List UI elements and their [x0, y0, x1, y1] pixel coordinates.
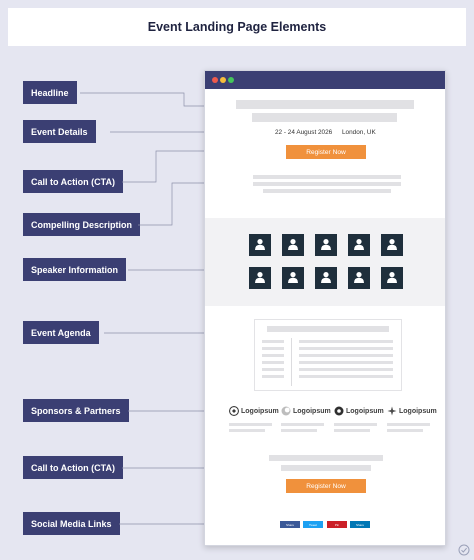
sponsor-caption-line: [334, 429, 370, 432]
sponsor-logo-3: Logoipsum: [334, 406, 384, 416]
speaker-section: [205, 218, 445, 306]
headline-placeholder-1: [236, 100, 414, 109]
minimize-dot-icon: [220, 77, 226, 83]
description-line-3: [263, 189, 391, 193]
sponsor-name: Logoipsum: [346, 407, 384, 415]
browser-titlebar: [205, 71, 445, 89]
brand-mark-icon: [458, 544, 470, 556]
agenda-time-line: [262, 361, 284, 364]
register-button-bottom[interactable]: Register Now: [286, 479, 366, 493]
speaker-tile: [249, 234, 271, 256]
cta2-subheading-placeholder: [281, 465, 371, 471]
agenda-heading-placeholder: [267, 326, 389, 332]
agenda-time-line: [262, 347, 284, 350]
agenda-item-line: [299, 340, 393, 343]
sponsor-logo-4: Logoipsum: [387, 406, 437, 416]
landing-page-mockup: 22 - 24 August 2026 London, UK Register …: [204, 70, 446, 546]
speaker-tile: [282, 267, 304, 289]
person-icon: [255, 272, 265, 283]
register-button-top[interactable]: Register Now: [286, 145, 366, 159]
close-dot-icon: [212, 77, 218, 83]
speaker-tile: [315, 267, 337, 289]
agenda-table: [254, 319, 402, 391]
speaker-tile: [381, 267, 403, 289]
agenda-item-line: [299, 368, 393, 371]
description-line-2: [253, 182, 401, 186]
sponsor-caption-line: [229, 423, 272, 426]
sponsor-caption-line: [387, 423, 430, 426]
agenda-divider: [291, 338, 292, 386]
headline-placeholder-2: [252, 113, 397, 122]
sponsor-name: Logoipsum: [241, 407, 279, 415]
event-location: London, UK: [342, 129, 376, 136]
speaker-tile: [315, 234, 337, 256]
logo-icon: [229, 406, 239, 416]
person-icon: [354, 272, 364, 283]
person-icon: [321, 272, 331, 283]
sponsor-caption-line: [229, 429, 265, 432]
sponsor-caption-line: [281, 423, 324, 426]
sponsor-caption-line: [387, 429, 423, 432]
agenda-time-line: [262, 368, 284, 371]
speaker-tile: [249, 267, 271, 289]
logo-icon: [387, 406, 397, 416]
sponsor-name: Logoipsum: [293, 407, 331, 415]
sponsor-logo-1: Logoipsum: [229, 406, 279, 416]
agenda-time-line: [262, 375, 284, 378]
agenda-item-line: [299, 361, 393, 364]
agenda-time-line: [262, 340, 284, 343]
person-icon: [387, 272, 397, 283]
event-date: 22 - 24 August 2026: [275, 129, 333, 136]
sponsor-caption-line: [281, 429, 317, 432]
person-icon: [354, 239, 364, 250]
logo-icon: [334, 406, 344, 416]
linkedin-share-button[interactable]: Share: [350, 521, 370, 528]
person-icon: [321, 239, 331, 250]
person-icon: [288, 272, 298, 283]
maximize-dot-icon: [228, 77, 234, 83]
facebook-share-button[interactable]: Share: [280, 521, 300, 528]
pinterest-share-button[interactable]: Pin: [327, 521, 347, 528]
twitter-share-button[interactable]: Tweet: [303, 521, 323, 528]
sponsor-name: Logoipsum: [399, 407, 437, 415]
agenda-time-line: [262, 354, 284, 357]
cta2-heading-placeholder: [269, 455, 383, 461]
logo-icon: [281, 406, 291, 416]
person-icon: [255, 239, 265, 250]
agenda-item-line: [299, 347, 393, 350]
speaker-tile: [348, 267, 370, 289]
description-line-1: [253, 175, 401, 179]
agenda-item-line: [299, 375, 393, 378]
agenda-item-line: [299, 354, 393, 357]
speaker-tile: [348, 234, 370, 256]
person-icon: [387, 239, 397, 250]
speaker-tile: [381, 234, 403, 256]
sponsor-logo-2: Logoipsum: [281, 406, 331, 416]
speaker-tile: [282, 234, 304, 256]
person-icon: [288, 239, 298, 250]
sponsor-caption-line: [334, 423, 377, 426]
